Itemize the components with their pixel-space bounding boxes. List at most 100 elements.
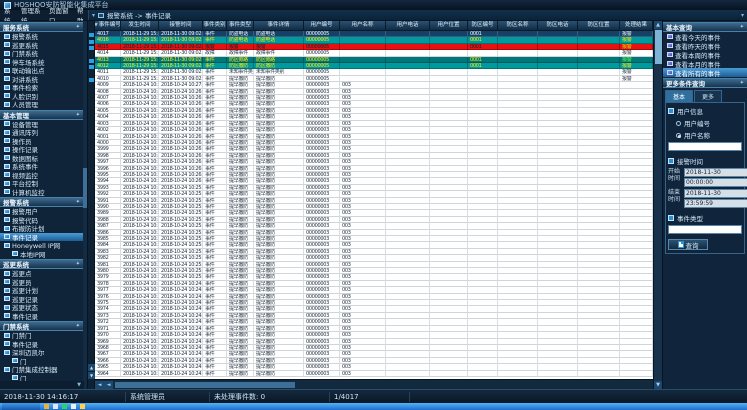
column-header[interactable]: 处理结果 (620, 21, 653, 31)
sidebar-item[interactable]: 本地IP网 (0, 250, 83, 259)
user-no-radio[interactable]: 用户编号 (668, 118, 742, 128)
column-header[interactable]: 用户位置 (430, 21, 468, 31)
quick-query-item[interactable]: 查看本周的事件 (663, 50, 747, 59)
user-info-checkbox[interactable]: 用户信息 (668, 106, 742, 116)
sidebar-item[interactable]: 巡更员 (0, 278, 83, 287)
sidebar-section-header[interactable]: 基本管理✦ (0, 110, 83, 120)
pin-icon[interactable]: ✦ (740, 24, 744, 30)
filter-icon[interactable]: ▼ (95, 21, 98, 30)
table-cell: 事件 (203, 371, 227, 377)
quick-query-item[interactable]: 查看所有的事件 (663, 68, 747, 77)
marker-down-button[interactable]: ▼ (88, 372, 95, 379)
sidebar-item[interactable]: 巡更计划 (0, 286, 83, 295)
tab-list-icon[interactable]: ▾ (741, 12, 744, 19)
sidebar-item[interactable]: 深圳迈凯尔 (0, 348, 83, 357)
start-date-input[interactable] (684, 168, 747, 177)
column-header[interactable]: 事件详情 (254, 21, 304, 31)
column-header[interactable]: 防区电话 (538, 21, 578, 31)
tab-basic[interactable]: 基本 (665, 90, 693, 102)
sidebar-item[interactable]: 视频监控 (0, 171, 83, 180)
horizontal-scrollbar[interactable]: ◄ ◄ (95, 379, 653, 389)
sidebar-item[interactable]: 门禁集成控制器 (0, 365, 83, 374)
column-header[interactable]: 用户编号 (304, 21, 340, 31)
hscroll-thumb[interactable] (115, 382, 295, 388)
sidebar-item[interactable]: 事件检索 (0, 83, 83, 92)
sidebar-item[interactable]: 平台控制 (0, 179, 83, 188)
sidebar-item[interactable]: Honeywell IP网 (0, 241, 83, 250)
scroll-down-icon[interactable]: ▼ (77, 382, 81, 388)
scroll-left2-icon[interactable]: ◄ (104, 381, 113, 389)
column-header[interactable]: 用户名称 (340, 21, 386, 31)
sidebar-section-header[interactable]: 报警系统✦ (0, 197, 83, 207)
vscroll-thumb[interactable] (655, 30, 662, 64)
column-header[interactable]: 防区名称 (498, 21, 538, 31)
sidebar-item[interactable]: 事件记录 (0, 233, 83, 242)
sidebar-item[interactable]: 停车场系统 (0, 58, 83, 67)
quick-query-item[interactable]: 查看昨天的事件 (663, 41, 747, 50)
sidebar-item[interactable]: 人脸识别 (0, 92, 83, 101)
event-type-input[interactable] (668, 225, 742, 234)
sidebar-section-header[interactable]: 门禁系统✦ (0, 321, 83, 331)
column-header[interactable]: 事件类型 (227, 21, 254, 31)
sidebar-scrollbar[interactable] (83, 21, 87, 389)
sidebar-item[interactable]: 操作记录 (0, 145, 83, 154)
taskbar-strip[interactable] (0, 403, 747, 410)
sidebar-item[interactable]: 报警系统 (0, 32, 83, 41)
scroll-up-icon[interactable]: ▲ (654, 21, 662, 29)
pin-icon[interactable]: ✦ (740, 80, 744, 86)
sidebar-item[interactable]: 操作员 (0, 137, 83, 146)
sidebar-item-label: 操作记录 (12, 145, 38, 154)
column-header[interactable]: ▼事件编号 (95, 21, 121, 31)
sidebar-item[interactable]: 系统事件 (0, 162, 83, 171)
quick-query-item[interactable]: 查看本月的事件 (663, 59, 747, 68)
end-time-input[interactable] (684, 199, 747, 208)
user-filter-input[interactable] (668, 142, 742, 151)
sidebar-item-label: 通讯阵列 (12, 128, 38, 137)
start-time-label: 开始时间 (668, 168, 682, 187)
column-header[interactable]: 用户电话 (386, 21, 430, 31)
marker-up-button[interactable]: ▲ (88, 364, 95, 371)
status-time: 2018-11-30 14:16:17 (0, 392, 126, 402)
receive-time-checkbox[interactable]: 接警时间 (668, 156, 742, 166)
sidebar-item[interactable]: 布撤防计划 (0, 224, 83, 233)
user-name-radio[interactable]: 用户名称 (668, 130, 742, 140)
sidebar-item[interactable]: 联动输出点 (0, 66, 83, 75)
sidebar-item[interactable]: 通讯阵列 (0, 128, 83, 137)
sidebar-item[interactable]: 人员管理 (0, 100, 83, 109)
sidebar-item[interactable]: 巡更点 (0, 269, 83, 278)
table-row[interactable]: 39642018-10-24 10:24:032018-10-24 10:24:… (95, 371, 653, 377)
scroll-left-icon[interactable]: ◄ (95, 381, 104, 389)
basic-query-header: 基本查询 ✦ (663, 22, 747, 32)
sidebar-section-header[interactable]: 巡更系统✦ (0, 259, 83, 269)
event-type-checkbox[interactable]: 事件类型 (668, 213, 742, 223)
end-date-input[interactable] (684, 189, 747, 198)
sidebar-item[interactable]: 门 (0, 357, 83, 366)
taskbar-start-edge[interactable] (2, 403, 40, 410)
quick-query-item[interactable]: 查看今天的事件 (663, 32, 747, 41)
sidebar-item[interactable]: 事件记录 (0, 312, 83, 321)
column-header[interactable]: 防区编号 (468, 21, 498, 31)
column-header[interactable]: 发生时间 (121, 21, 159, 31)
start-time-input[interactable] (684, 178, 747, 187)
sidebar-section-header[interactable]: 服务系统✦ (0, 22, 83, 32)
column-header[interactable]: 事件类别 (203, 21, 227, 31)
chevron-down-icon[interactable]: ▾ (92, 12, 95, 19)
vertical-scrollbar[interactable]: ▲ ▼ (653, 21, 662, 389)
sidebar-item[interactable]: 数据图标 (0, 154, 83, 163)
sidebar-item[interactable]: 巡更系统 (0, 41, 83, 50)
query-button[interactable]: 查询 (668, 239, 708, 250)
column-header[interactable]: 接警时间 (159, 21, 203, 31)
column-header[interactable]: 防区位置 (578, 21, 620, 31)
sidebar-item[interactable]: 报警代码 (0, 216, 83, 225)
sidebar-item[interactable]: 报警用户 (0, 207, 83, 216)
sidebar-item[interactable]: 事件记录 (0, 340, 83, 349)
sidebar-item[interactable]: 门禁系统 (0, 49, 83, 58)
tab-more[interactable]: 更多 (694, 90, 722, 102)
sidebar-item[interactable]: 巡更记录 (0, 295, 83, 304)
sidebar-item[interactable]: 门禁门 (0, 331, 83, 340)
sidebar-item[interactable]: 对讲系统 (0, 75, 83, 84)
sidebar-item[interactable]: 设备管理 (0, 120, 83, 129)
scroll-down-icon[interactable]: ▼ (654, 381, 662, 389)
sidebar-item[interactable]: 巡更状态 (0, 303, 83, 312)
sidebar-item[interactable]: 计算机监控 (0, 188, 83, 197)
